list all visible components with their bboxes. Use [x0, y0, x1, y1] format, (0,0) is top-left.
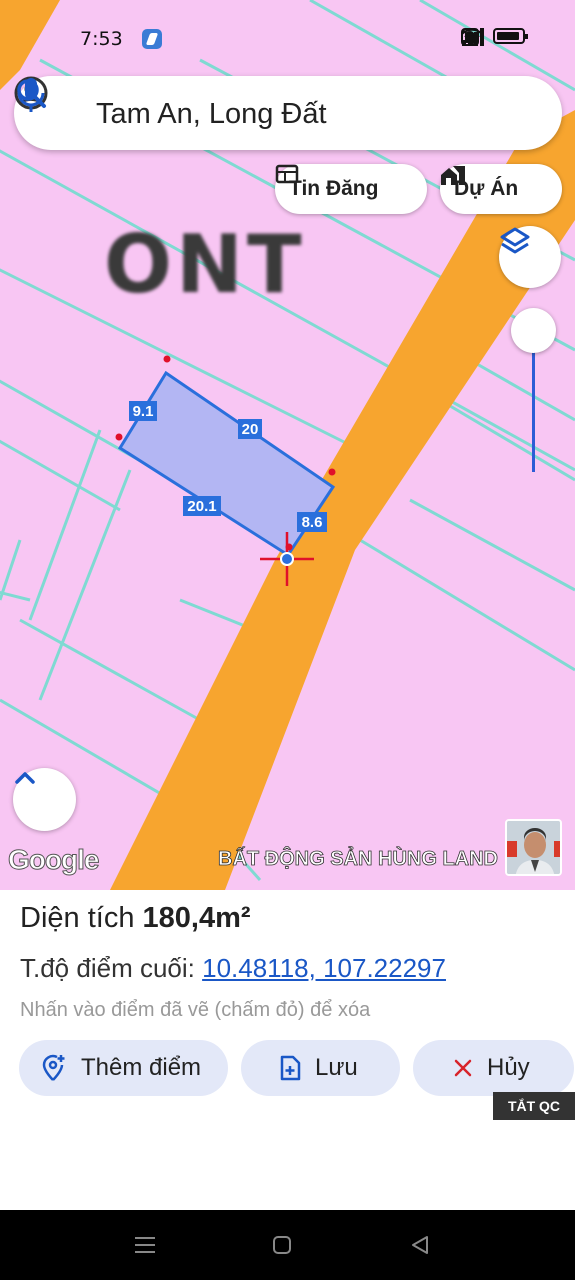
hint-text: Nhấn vào điểm đã vẽ (chấm đỏ) để xóa	[20, 999, 371, 1021]
news-listings-label: Tin Đăng	[289, 177, 379, 200]
map-view[interactable]: 9.1 20 20.1 8.6 ONT 7:53 Tam An, Long Đấ…	[0, 0, 575, 890]
microphone-icon[interactable]	[14, 76, 48, 114]
close-icon	[454, 1059, 472, 1077]
vertex-point[interactable]	[328, 468, 336, 476]
app-notification-icon	[142, 29, 162, 49]
edge-label-top-left: 9.1	[133, 403, 154, 420]
projects-chip[interactable]: Dự Án	[440, 164, 562, 214]
save-label: Lưu	[315, 1054, 358, 1081]
edge-label-top: 20	[242, 421, 259, 438]
status-bar: 7:53	[0, 0, 575, 76]
add-point-label: Thêm điểm	[81, 1054, 202, 1081]
building-icon	[441, 166, 465, 185]
google-logo: Google	[7, 844, 99, 876]
news-listings-chip[interactable]: Tin Đăng	[275, 164, 427, 214]
layers-button[interactable]	[499, 226, 561, 288]
coordinate-link[interactable]: 10.48118, 107.22297	[202, 953, 446, 983]
coordinate-label: T.độ điểm cuối:	[20, 953, 195, 983]
zoning-label: ONT	[104, 218, 306, 311]
home-icon[interactable]	[272, 1235, 292, 1255]
recent-apps-icon[interactable]	[134, 1235, 156, 1255]
search-input[interactable]: Tam An, Long Đất	[96, 98, 327, 131]
brand-watermark: BẤT ĐỘNG SẢN HÙNG LAND	[218, 848, 499, 871]
layers-icon	[500, 227, 530, 254]
expand-up-button[interactable]	[13, 768, 76, 831]
area-value: 180,4m²	[142, 902, 251, 934]
add-point-button[interactable]: Thêm điểm	[19, 1040, 228, 1096]
status-time: 7:53	[80, 28, 123, 50]
vertex-point[interactable]	[115, 433, 123, 441]
opacity-slider-handle[interactable]	[511, 308, 556, 353]
add-location-icon	[42, 1054, 65, 1081]
add-file-icon	[280, 1055, 301, 1081]
back-icon[interactable]	[410, 1235, 430, 1255]
status-icons	[461, 28, 528, 46]
location-dot	[280, 552, 294, 566]
area-readout: Diện tích 180,4m²	[20, 902, 251, 935]
battery-icon	[493, 28, 528, 44]
agent-avatar[interactable]	[505, 819, 562, 876]
save-button[interactable]: Lưu	[241, 1040, 400, 1096]
system-nav-bar	[0, 1210, 575, 1280]
newspaper-icon	[275, 164, 299, 184]
vertex-point[interactable]	[163, 355, 171, 363]
cancel-label: Hủy	[487, 1054, 530, 1081]
turn-off-ads-button[interactable]: TẮT QC	[493, 1092, 575, 1120]
chevron-up-icon	[15, 772, 35, 784]
search-bar[interactable]: Tam An, Long Đất	[14, 76, 562, 150]
area-label: Diện tích	[20, 902, 135, 934]
edge-label-right: 8.6	[302, 514, 323, 531]
measurement-panel: Diện tích 180,4m² T.độ điểm cuối: 10.481…	[0, 890, 575, 1210]
edge-label-bottom: 20.1	[187, 498, 216, 515]
cancel-button[interactable]: Hủy	[413, 1040, 574, 1096]
coordinate-readout: T.độ điểm cuối: 10.48118, 107.22297	[20, 953, 446, 984]
